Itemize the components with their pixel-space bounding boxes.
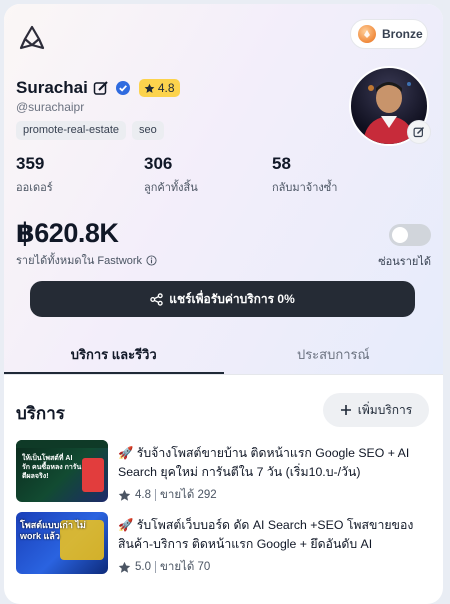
stat-repeat: 58 กลับมาจ้างซ้ำ <box>272 154 337 196</box>
service-list: ให้เป็นโพสต์ที่ AI รัก คนซื้อหลง การันตี… <box>16 440 431 584</box>
income-block: ฿620.8K รายได้ทั้งหมดใน Fastwork <box>16 218 157 269</box>
tab-experience[interactable]: ประสบการณ์ <box>224 337 444 375</box>
level-badge[interactable]: Bronze <box>350 19 428 49</box>
edit-icon <box>413 126 425 138</box>
toggle-knob <box>392 227 408 243</box>
avatar-container <box>349 66 431 146</box>
name-row: Surachai 4.8 <box>16 78 180 98</box>
level-label: Bronze <box>382 27 423 41</box>
add-service-button[interactable]: เพิ่มบริการ <box>323 393 429 427</box>
services-heading: บริการ <box>16 404 65 423</box>
service-title[interactable]: 🚀 รับโพสต์เว็บบอร์ด ดัด AI Search +SEO โ… <box>118 516 431 554</box>
stat-label: ออเดอร์ <box>16 182 53 194</box>
service-title[interactable]: 🚀 รับจ้างโพสต์ขายบ้าน ติดหน้าแรก Google … <box>118 444 431 482</box>
service-thumbnail[interactable]: โพสต์แบบเก่า ไม่ work แล้ว <box>16 512 108 574</box>
add-service-label: เพิ่มบริการ <box>357 402 413 417</box>
service-sold: ขายได้ 292 <box>160 489 217 501</box>
meta-divider <box>155 489 156 501</box>
star-icon <box>118 561 131 573</box>
stat-value: 58 <box>272 154 291 173</box>
share-button[interactable]: แชร์เพื่อรับค่าบริการ 0% <box>30 281 415 317</box>
thumbnail-text: ให้เป็นโพสต์ที่ AI รัก คนซื้อหลง การันตี… <box>22 455 82 480</box>
verified-icon <box>114 79 132 97</box>
service-item[interactable]: ให้เป็นโพสต์ที่ AI รัก คนซื้อหลง การันตี… <box>16 440 431 512</box>
income-label: รายได้ทั้งหมดใน Fastwork <box>16 255 143 267</box>
service-thumbnail[interactable]: ให้เป็นโพสต์ที่ AI รัก คนซื้อหลง การันตี… <box>16 440 108 502</box>
profile-name: Surachai <box>16 78 88 97</box>
stat-label: ลูกค้าทั้งสิ้น <box>144 182 198 194</box>
stat-label: กลับมาจ้างซ้ำ <box>272 182 338 194</box>
hide-income-label: ซ่อนรายได้ <box>378 256 431 268</box>
tag-item[interactable]: promote-real-estate <box>16 121 126 140</box>
hide-income-toggle-group: ซ่อนรายได้ <box>378 224 431 270</box>
fastwork-logo-icon[interactable] <box>18 24 46 52</box>
tag-list: promote-real-estate seo <box>16 121 164 140</box>
hide-income-toggle[interactable] <box>389 224 431 246</box>
edit-name-icon[interactable] <box>92 79 110 97</box>
share-icon <box>150 292 163 306</box>
service-meta: 5.0 ขายได้ 70 <box>118 558 431 576</box>
profile-card: Bronze Surachai 4.8 @surachaipr promote-… <box>4 4 443 604</box>
share-button-label: แชร์เพื่อรับค่าบริการ 0% <box>169 291 295 306</box>
bronze-medal-icon <box>358 25 376 43</box>
service-meta: 4.8 ขายได้ 292 <box>118 486 431 504</box>
plus-icon <box>340 405 351 415</box>
service-item[interactable]: โพสต์แบบเก่า ไม่ work แล้ว 🚀 รับโพสต์เว็… <box>16 512 431 584</box>
star-icon <box>118 489 131 501</box>
service-body: 🚀 รับโพสต์เว็บบอร์ด ดัด AI Search +SEO โ… <box>118 512 431 584</box>
service-rating: 5.0 <box>135 561 151 573</box>
star-icon <box>144 83 155 93</box>
stat-value: 359 <box>16 154 45 173</box>
tab-services-reviews[interactable]: บริการ และรีวิว <box>4 337 224 375</box>
tag-item[interactable]: seo <box>132 121 164 140</box>
edit-avatar-button[interactable] <box>407 120 431 144</box>
thumbnail-text: โพสต์แบบเก่า ไม่ work แล้ว <box>20 520 86 541</box>
stat-orders: 359 ออเดอร์ <box>16 154 53 196</box>
service-sold: ขายได้ 70 <box>160 561 211 573</box>
rating-value: 4.8 <box>157 81 175 95</box>
profile-handle: @surachaipr <box>16 100 85 114</box>
meta-divider <box>155 561 156 573</box>
stat-customers: 306 ลูกค้าทั้งสิ้น <box>144 154 198 196</box>
profile-tabs: บริการ และรีวิว ประสบการณ์ <box>4 337 443 375</box>
stat-value: 306 <box>144 154 173 173</box>
service-body: 🚀 รับจ้างโพสต์ขายบ้าน ติดหน้าแรก Google … <box>118 440 431 512</box>
info-icon[interactable] <box>146 254 157 266</box>
rating-badge: 4.8 <box>138 79 180 97</box>
tab-divider <box>4 374 443 375</box>
income-label-row: รายได้ทั้งหมดใน Fastwork <box>16 251 157 269</box>
profile-hero: Bronze Surachai 4.8 @surachaipr promote-… <box>4 4 443 374</box>
service-rating: 4.8 <box>135 489 151 501</box>
income-value: ฿620.8K <box>16 218 119 248</box>
